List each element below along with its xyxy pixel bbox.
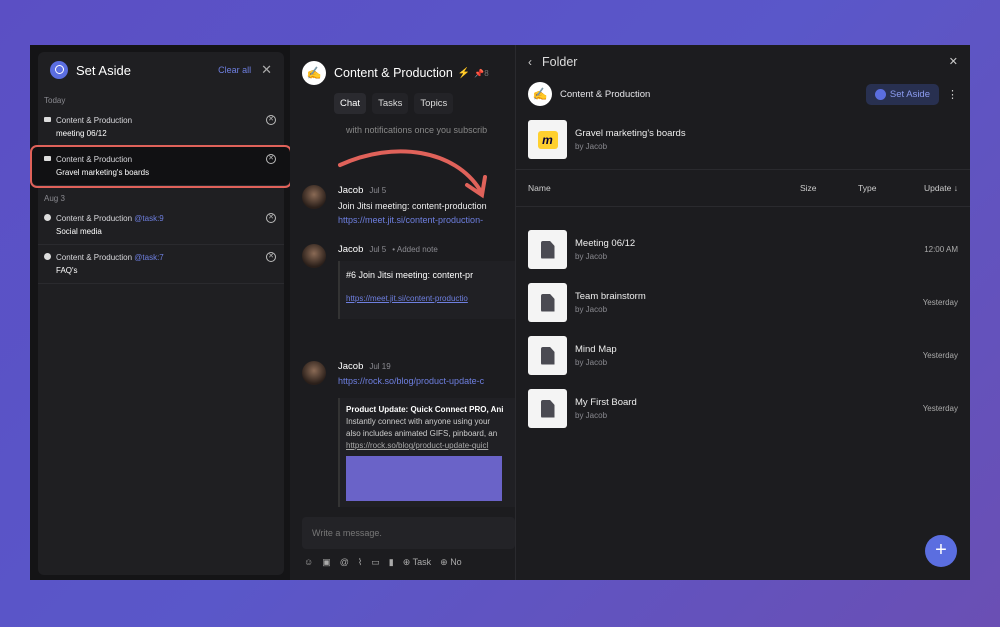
document-icon	[528, 389, 567, 428]
file-row[interactable]: Team brainstorm by Jacob Yesterday	[516, 276, 970, 329]
document-icon	[528, 283, 567, 322]
channel-name: Content & Production	[560, 88, 651, 100]
card-link[interactable]: https://meet.jit.si/content-productio	[346, 293, 512, 305]
close-icon[interactable]: ✕	[261, 62, 272, 78]
miro-logo: m	[528, 120, 567, 159]
bolt-icon: ⚡	[457, 67, 471, 79]
list-item[interactable]: Content & Production @task:9 Social medi…	[38, 206, 284, 245]
folder-title: Folder	[542, 54, 578, 69]
channel-logo: ✍	[528, 82, 552, 106]
folder-board: m Gravel marketing's boards by Jacob	[516, 110, 970, 170]
list-item[interactable]: Content & Production @task:7 FAQ's ✕	[38, 245, 284, 284]
col-type[interactable]: Type	[858, 183, 916, 193]
chat-panel: ✍ Content & Production ⚡ 📌8 Chat Tasks T…	[290, 45, 518, 580]
col-update[interactable]: Update ↓	[916, 183, 958, 193]
board-author: by Jacob	[575, 142, 608, 151]
avatar	[302, 185, 326, 209]
group-label: Aug 3	[44, 194, 65, 203]
attach-icon[interactable]: ⌇	[358, 557, 362, 568]
card-link[interactable]: https://rock.so/blog/product-update-quic…	[346, 440, 512, 452]
add-task-button[interactable]: ⊕ Task	[403, 557, 431, 568]
list-item[interactable]: Content & Production meeting 06/12 ✕	[38, 108, 284, 147]
file-author: by Jacob	[575, 411, 608, 420]
task-icon	[44, 214, 51, 221]
avatar	[302, 361, 326, 385]
file-updated: Yesterday	[922, 404, 958, 413]
set-aside-panel: Set Aside Clear all ✕ Today Content & Pr…	[30, 52, 292, 575]
set-aside-button[interactable]: Set Aside	[865, 83, 939, 105]
mention-icon[interactable]: @	[340, 557, 349, 568]
folder-icon	[44, 117, 51, 122]
item-title: Social media	[56, 227, 102, 236]
message-link[interactable]: https://rock.so/blog/product-update-c	[338, 376, 518, 386]
pin-count[interactable]: 📌8	[474, 69, 488, 78]
add-note-button[interactable]: ⊕ No	[440, 557, 462, 568]
item-channel: Content & Production	[56, 155, 133, 164]
list-item-highlighted[interactable]: Content & Production Gravel marketing's …	[30, 145, 292, 188]
item-channel: Content & Production	[56, 253, 133, 262]
message-input[interactable]: Write a message.	[302, 517, 515, 549]
set-aside-icon	[50, 61, 68, 79]
document-icon	[528, 230, 567, 269]
message-snippet: with notifications once you subscrib	[346, 125, 488, 135]
message: Jacob Jul 19 https://rock.so/blog/product…	[302, 361, 518, 507]
close-icon[interactable]: ✕	[949, 55, 958, 68]
gif-icon[interactable]: ▣	[322, 557, 331, 568]
file-row[interactable]: Mind Map by Jacob Yesterday	[516, 329, 970, 382]
col-name[interactable]: Name	[528, 183, 800, 193]
group-label: Today	[44, 96, 66, 105]
channel-logo: ✍	[302, 61, 326, 85]
file-name: Meeting 06/12	[575, 238, 636, 249]
video-icon[interactable]: ▭	[371, 557, 380, 568]
remove-icon[interactable]: ✕	[266, 252, 276, 262]
back-icon[interactable]: ‹	[528, 55, 532, 69]
file-author: by Jacob	[575, 252, 608, 261]
tab-tasks[interactable]: Tasks	[372, 93, 409, 114]
folder-panel: ‹ Folder ✕ ✍ Content & Production Set As…	[515, 45, 970, 580]
tab-chat[interactable]: Chat	[334, 93, 367, 114]
board-name: Gravel marketing's boards	[575, 128, 686, 139]
composer-toolbar: ☺ ▣ @ ⌇ ▭ ▮ ⊕ Task ⊕ No	[304, 557, 462, 568]
folder-icon	[44, 156, 51, 161]
more-icon[interactable]: ⋮	[947, 88, 958, 101]
panel-title: Set Aside	[76, 62, 131, 78]
document-icon	[528, 336, 567, 375]
item-title: meeting 06/12	[56, 129, 107, 138]
app-window: Set Aside Clear all ✕ Today Content & Pr…	[30, 45, 970, 580]
file-author: by Jacob	[575, 305, 608, 314]
clear-all-button[interactable]: Clear all	[218, 65, 251, 75]
item-channel: Content & Production	[56, 214, 133, 223]
file-author: by Jacob	[575, 358, 608, 367]
task-icon	[44, 253, 51, 260]
task-tag[interactable]: @task:9	[134, 214, 163, 223]
avatar	[302, 244, 326, 268]
file-row[interactable]: My First Board by Jacob Yesterday	[516, 382, 970, 435]
preview-image	[346, 456, 502, 501]
table-header: Name Size Type Update ↓	[516, 170, 970, 207]
item-title: Gravel marketing's boards	[56, 168, 150, 177]
file-updated: Yesterday	[922, 298, 958, 307]
file-name: Team brainstorm	[575, 291, 646, 302]
message: Jacob Jul 5 • Added note #6 Join Jitsi mee…	[302, 244, 518, 319]
file-updated: 12:00 AM	[924, 245, 958, 254]
set-aside-icon	[874, 88, 886, 100]
remove-icon[interactable]: ✕	[266, 115, 276, 125]
poll-icon[interactable]: ▮	[389, 557, 394, 568]
remove-icon[interactable]: ✕	[266, 154, 276, 164]
col-size[interactable]: Size	[800, 183, 858, 193]
annotation-arrow	[338, 149, 487, 199]
file-updated: Yesterday	[922, 351, 958, 360]
channel-title: Content & Production	[334, 66, 453, 80]
file-row[interactable]: Meeting 06/12 by Jacob 12:00 AM	[516, 223, 970, 276]
message-link[interactable]: https://meet.jit.si/content-production-	[338, 215, 518, 225]
task-tag[interactable]: @task:7	[134, 253, 163, 262]
tab-topics[interactable]: Topics	[414, 93, 454, 114]
add-button[interactable]: +	[925, 535, 957, 567]
emoji-icon[interactable]: ☺	[304, 557, 313, 568]
remove-icon[interactable]: ✕	[266, 213, 276, 223]
item-title: FAQ's	[56, 266, 78, 275]
item-channel: Content & Production	[56, 116, 133, 125]
file-name: Mind Map	[575, 344, 617, 355]
file-name: My First Board	[575, 397, 637, 408]
